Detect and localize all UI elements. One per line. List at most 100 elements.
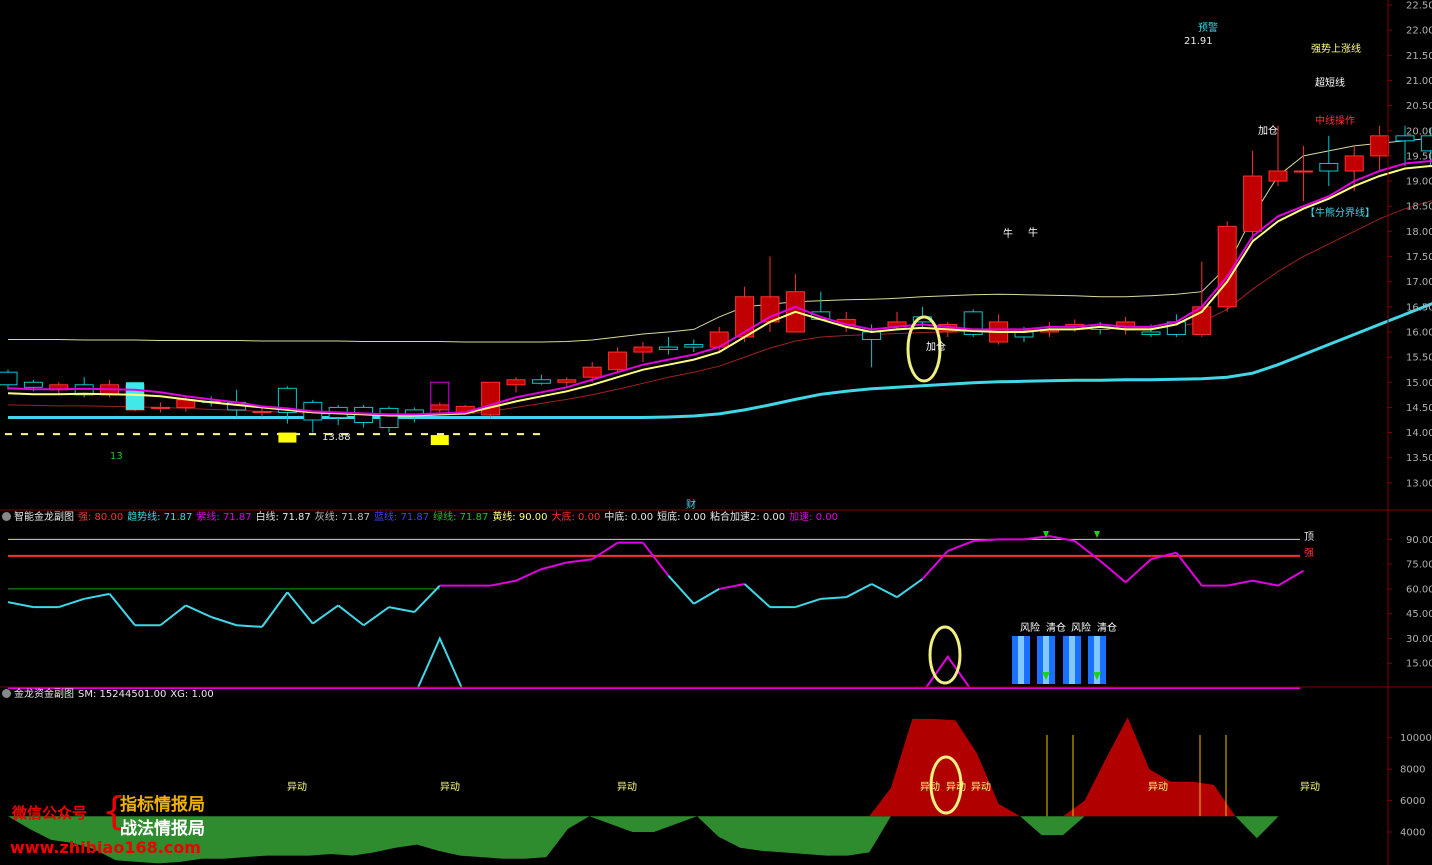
stock-chart-stage: 13.00 13.50 14.00 14.50 15.00 15.50 16.00 16.50…	[0, 0, 1432, 865]
watermark-url: www.zhibiao168.com	[10, 838, 201, 857]
candle	[1268, 170, 1288, 182]
down-arrow-icon	[1094, 531, 1100, 538]
trend-segment	[1099, 560, 1127, 584]
y-tick-label: 60.00	[1406, 584, 1432, 595]
yidong-label-3: 异动	[617, 781, 637, 793]
high-price-label: 21.91	[1184, 36, 1213, 47]
watermark-line-2: 战法情报局	[120, 819, 205, 839]
indicator-value: 白线: 71.87	[255, 512, 311, 523]
add-position-label-a: 加仓	[926, 340, 946, 353]
candle	[481, 381, 501, 416]
trend-segment	[236, 624, 263, 628]
candle	[531, 379, 551, 384]
indicator-value: 蓝线: 71.87	[373, 512, 430, 523]
candle	[252, 410, 272, 413]
yidong-label-4: 异动	[920, 781, 940, 793]
trend-segment	[719, 582, 745, 590]
candle	[557, 379, 577, 383]
trend-segment	[1227, 579, 1253, 587]
y-tick-label: 10000	[1400, 733, 1432, 744]
y-tick-label: 16.00	[1406, 327, 1432, 338]
trend-segment	[566, 558, 593, 564]
gear-icon[interactable]	[2, 689, 11, 698]
trend-segment	[947, 540, 974, 552]
y-tick-label: 30.00	[1406, 634, 1432, 645]
trend-segment	[693, 588, 720, 605]
trend-segment	[1124, 558, 1152, 584]
candle	[582, 366, 602, 378]
y-tick-label: 17.50	[1406, 252, 1432, 263]
indicator-value: 绿线: 71.87	[433, 512, 489, 523]
candle	[23, 381, 43, 388]
candle	[430, 404, 450, 411]
y-axis-area: 13.00 13.50 14.00 14.50 15.00 15.50 16.00 16.50…	[0, 0, 1432, 865]
y-tick-label: 15.00	[1406, 659, 1432, 670]
fund-flow-panel-header: 金龙资金副图 SM: 15244501.00 XG: 1.00	[0, 688, 222, 702]
risk-label-1: 风险	[1020, 621, 1040, 634]
indicator-value: SM: 15244501.00	[78, 689, 167, 700]
trend-segment	[1277, 569, 1304, 587]
fund-flow-panel-title: 金龙资金副图	[14, 689, 74, 700]
trend-segment	[1074, 540, 1101, 562]
indicator-value: 黄线: 90.00	[492, 512, 548, 523]
fund-flow-values: SM: 15244501.00 XG: 1.00	[78, 689, 218, 700]
super-short-line-label: 超短线	[1315, 76, 1345, 89]
risk-bar-shine	[1018, 636, 1024, 684]
watermark-line-1: 指标情报局	[120, 795, 205, 815]
candle	[1243, 175, 1263, 232]
candle	[633, 346, 653, 353]
indicator-values: 强: 80.00 趋势线: 71.87 紫线: 71.87 白线: 71.87 灰线: …	[78, 512, 842, 523]
indicator-value: 紫线: 71.87	[196, 512, 252, 523]
trend-segment	[363, 606, 390, 627]
trend-segment	[820, 596, 847, 600]
highlight-ellipse	[928, 625, 962, 685]
trend-segment	[312, 604, 339, 625]
trend-segment	[388, 606, 415, 614]
top-level-label: 顶	[1304, 531, 1314, 543]
candle	[862, 331, 882, 341]
candle	[1293, 170, 1313, 173]
trend-segment	[185, 604, 212, 618]
y-tick-label: 19.50	[1406, 151, 1432, 162]
candle	[379, 407, 399, 429]
yidong-label-1: 异动	[287, 781, 307, 793]
y-tick-label: 22.50	[1406, 1, 1432, 12]
y-tick-label: 22.00	[1406, 26, 1432, 37]
trend-segment	[413, 584, 441, 613]
y-tick-label: 18.50	[1406, 202, 1432, 213]
trend-segment	[515, 568, 542, 582]
main-price-panel[interactable]	[0, 35, 1432, 446]
candle	[506, 379, 526, 386]
y-tick-label: 14.00	[1406, 428, 1432, 439]
y-tick-label: 17.00	[1406, 277, 1432, 288]
yidong-label-8: 异动	[1300, 781, 1320, 793]
y-tick-label: 8000	[1400, 765, 1425, 776]
candle	[150, 406, 170, 409]
candle	[760, 296, 780, 323]
bull-label-b: 牛	[1028, 226, 1038, 239]
trend-segment	[1049, 535, 1075, 543]
y-tick-label: 13.50	[1406, 453, 1432, 464]
y-tick-label: 4000	[1400, 828, 1425, 839]
indicator-value: 强: 80.00	[78, 512, 124, 523]
candle	[608, 351, 628, 371]
mid-line-label: 中线操作	[1315, 114, 1355, 127]
y-tick-label: 20.00	[1406, 126, 1432, 137]
trend-segment	[261, 591, 289, 628]
count-label: 13	[110, 451, 123, 462]
y-tick-label: 90.00	[1406, 535, 1432, 546]
bull-label-a: 牛	[1003, 227, 1013, 240]
y-tick-label: 16.50	[1406, 302, 1432, 313]
indicator-value: 中底: 0.00	[604, 512, 654, 523]
trend-segment	[845, 583, 873, 599]
y-tick-label: 15.50	[1406, 353, 1432, 364]
trend-segment	[286, 591, 314, 625]
indicator-panel[interactable]	[7, 531, 1304, 689]
y-tick-label: 13.00	[1406, 478, 1432, 489]
trend-segment	[337, 604, 365, 627]
yidong-label-6: 异动	[971, 781, 991, 793]
trend-segment	[871, 583, 898, 599]
yidong-label-2: 异动	[440, 781, 460, 793]
gear-icon[interactable]	[2, 512, 11, 521]
annotations: 预警 21.91 13.88 强势上涨线 超短线 中线操作 【牛熊分界线】 加仓…	[110, 21, 1375, 793]
